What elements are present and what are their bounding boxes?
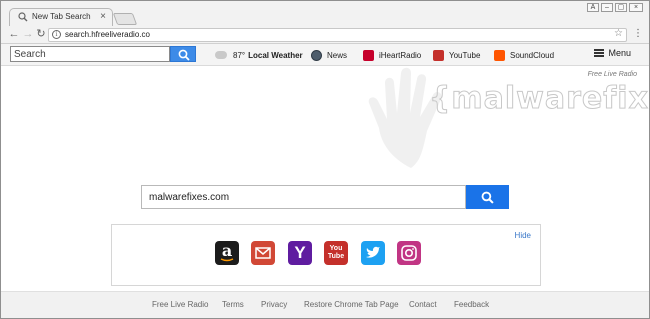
amazon-icon[interactable]: a — [215, 241, 239, 265]
footer-link-feedback[interactable]: Feedback — [454, 300, 489, 309]
search-favicon-icon — [18, 12, 28, 22]
close-window-button[interactable]: × — [629, 3, 643, 12]
soundcloud-icon — [494, 49, 505, 61]
back-arrow-icon[interactable]: ← — [8, 28, 20, 40]
search-icon — [481, 191, 494, 204]
news-icon — [311, 49, 322, 61]
twitter-icon[interactable] — [361, 241, 385, 265]
toolbar-link-label: YouTube — [449, 50, 481, 60]
brand-corner-text: Free Live Radio — [587, 71, 637, 78]
page-footer: Free Live Radio Terms Privacy Restore Ch… — [1, 291, 649, 318]
youtube-icon — [433, 49, 444, 61]
weather-temp: 87° — [233, 50, 246, 60]
address-bar-row: ← → ↻ i search.hfreeliveradio.co ☆ ⋮ — [1, 26, 649, 44]
main-search-input[interactable] — [141, 185, 466, 209]
weather-cloud-icon — [215, 51, 227, 59]
iheartradio-icon — [363, 49, 374, 61]
gmail-icon[interactable] — [251, 241, 275, 265]
watermark-logo: {malwarefixes} — [429, 81, 649, 117]
menu-label: Menu — [608, 48, 631, 58]
toolbar-menu-button[interactable]: Menu — [594, 48, 631, 58]
toolbar-link-label: iHeartRadio — [379, 50, 422, 60]
page-content: {malwarefixes} Free Live Radio Hide a Y … — [1, 67, 649, 291]
profile-button[interactable]: A — [587, 3, 599, 12]
toolbar-link-youtube[interactable]: YouTube — [433, 48, 480, 62]
hide-shortcuts-link[interactable]: Hide — [515, 231, 531, 240]
url-text[interactable]: search.hfreeliveradio.co — [65, 30, 150, 39]
minimize-button[interactable]: – — [601, 3, 613, 12]
footer-link-free-live-radio[interactable]: Free Live Radio — [152, 300, 208, 309]
reload-icon[interactable]: ↻ — [35, 28, 47, 40]
footer-link-restore-chrome-tab-page[interactable]: Restore Chrome Tab Page — [304, 300, 399, 309]
window-controls: A – ▢ × — [587, 3, 643, 12]
browser-window: New Tab Search × A – ▢ × ← → ↻ i search.… — [0, 0, 650, 319]
tab-title: New Tab Search — [32, 12, 91, 21]
tab-strip: New Tab Search × A – ▢ × — [1, 1, 649, 26]
instagram-icon[interactable] — [397, 241, 421, 265]
maximize-button[interactable]: ▢ — [615, 3, 627, 12]
site-info-icon[interactable]: i — [52, 30, 61, 39]
toolbar-link-iheartradio[interactable]: iHeartRadio — [363, 48, 421, 62]
toolbar-link-label: News — [327, 50, 348, 60]
chrome-menu-icon[interactable]: ⋮ — [633, 27, 643, 41]
footer-link-privacy[interactable]: Privacy — [261, 300, 287, 309]
shortcuts-panel: Hide a Y You Tube — [111, 224, 541, 286]
hamburger-icon — [594, 49, 605, 57]
extension-toolbar: 87° Local Weather News iHeartRadio YouTu… — [1, 44, 649, 66]
forward-arrow-icon[interactable]: → — [22, 28, 34, 40]
tab-close-icon[interactable]: × — [100, 10, 106, 24]
youtube-shortcut-icon[interactable]: You Tube — [324, 241, 348, 265]
yahoo-icon[interactable]: Y — [288, 241, 312, 265]
weather-label: Local Weather — [248, 50, 303, 60]
toolbar-search-button[interactable] — [170, 46, 196, 62]
toolbar-search-input[interactable] — [10, 46, 170, 62]
weather-widget[interactable]: 87° Local Weather — [215, 48, 303, 62]
omnibox[interactable]: i search.hfreeliveradio.co ☆ — [48, 28, 627, 42]
toolbar-link-news[interactable]: News — [311, 48, 347, 62]
toolbar-link-label: SoundCloud — [510, 50, 555, 60]
new-tab-button[interactable] — [112, 13, 138, 25]
toolbar-link-soundcloud[interactable]: SoundCloud — [494, 48, 554, 62]
bookmark-star-icon[interactable]: ☆ — [614, 28, 623, 39]
footer-link-contact[interactable]: Contact — [409, 300, 437, 309]
search-icon — [178, 49, 190, 61]
tab-new-tab-search[interactable]: New Tab Search × — [9, 8, 113, 26]
main-search-button[interactable] — [466, 185, 509, 209]
footer-link-terms[interactable]: Terms — [222, 300, 244, 309]
